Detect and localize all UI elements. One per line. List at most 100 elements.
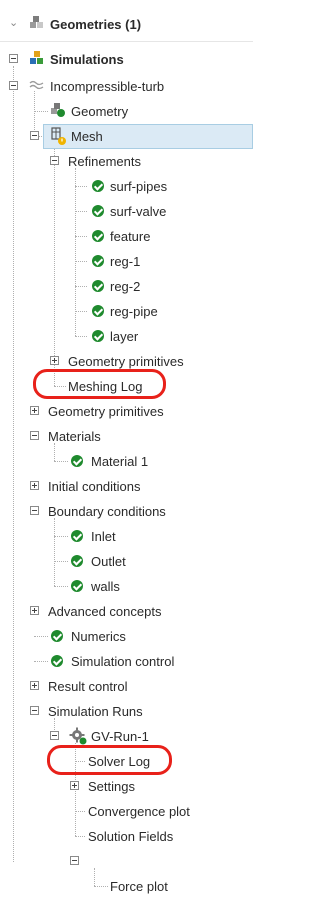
tree-row-force-plot[interactable]: Force plot xyxy=(0,874,253,899)
check-circle-icon xyxy=(71,530,83,542)
collapse-toggle[interactable] xyxy=(9,81,18,90)
geometries-label: Geometries (1) xyxy=(50,17,142,32)
geometry-primitives-label: Geometry primitives xyxy=(48,404,164,419)
tree-row-advanced-concepts[interactable]: Advanced concepts xyxy=(0,599,253,624)
tree-row-refinement[interactable]: reg-pipe xyxy=(0,299,253,324)
tree-row-refinement[interactable]: layer xyxy=(0,324,253,349)
convergence-plot-label: Convergence plot xyxy=(88,804,190,819)
materials-label: Materials xyxy=(48,429,101,444)
tree-row-initial-conditions[interactable]: Initial conditions xyxy=(0,474,253,499)
tree-row-refinement[interactable]: surf-valve xyxy=(0,199,253,224)
run-label: GV-Run-1 xyxy=(91,729,149,744)
annotation-highlight-solver-log xyxy=(47,745,172,775)
check-circle-icon xyxy=(92,255,104,267)
check-circle-icon xyxy=(92,330,104,342)
tree-row-numerics[interactable]: Numerics xyxy=(0,624,253,649)
check-circle-icon xyxy=(51,630,63,642)
geometry-check-icon xyxy=(51,103,65,117)
boundary-label: Outlet xyxy=(91,554,126,569)
geometry-label: Geometry xyxy=(71,104,129,119)
check-circle-icon xyxy=(92,180,104,192)
tree-row-refinement[interactable]: feature xyxy=(0,224,253,249)
simulation-tree: ⌄ Geometries (1) Simulations Incompressi… xyxy=(0,0,253,907)
tree-row-simulation-runs[interactable]: Simulation Runs xyxy=(0,699,253,724)
tree-row-refinement[interactable]: reg-2 xyxy=(0,274,253,299)
expand-toggle[interactable] xyxy=(30,406,39,415)
mesh-label: Mesh xyxy=(71,129,103,144)
tree-row-boundary-conditions[interactable]: Boundary conditions xyxy=(0,499,253,524)
check-circle-icon xyxy=(71,555,83,567)
check-circle-icon xyxy=(51,655,63,667)
tree-row-simulation-control[interactable]: Simulation control xyxy=(0,649,253,674)
tree-row-geometry[interactable]: Geometry xyxy=(0,99,253,124)
numerics-label: Numerics xyxy=(71,629,126,644)
check-circle-icon xyxy=(92,230,104,242)
boundary-conditions-label: Boundary conditions xyxy=(48,504,166,519)
collapse-toggle[interactable] xyxy=(30,706,39,715)
tree-row-result-control[interactable]: Result control xyxy=(0,674,253,699)
check-circle-icon xyxy=(92,280,104,292)
collapse-toggle[interactable] xyxy=(70,856,79,865)
refinement-label: reg-2 xyxy=(110,279,141,294)
boundary-label: Inlet xyxy=(91,529,116,544)
tree-row-geometries[interactable]: ⌄ Geometries (1) xyxy=(0,12,253,37)
collapse-toggle[interactable] xyxy=(50,156,59,165)
tree-row-settings[interactable]: Settings xyxy=(0,774,253,799)
refinement-label: surf-pipes xyxy=(110,179,168,194)
tree-row-materials[interactable]: Materials xyxy=(0,424,253,449)
expand-toggle[interactable] xyxy=(30,606,39,615)
boundary-label: walls xyxy=(91,579,120,594)
tree-row-incompressible[interactable]: Incompressible-turb xyxy=(0,74,253,99)
simulations-label: Simulations xyxy=(50,52,124,67)
refinement-label: layer xyxy=(110,329,139,344)
tree-row-material[interactable]: Material 1 xyxy=(0,449,253,474)
refinement-label: feature xyxy=(110,229,151,244)
geometry-primitives-label: Geometry primitives xyxy=(68,354,184,369)
tree-row-boundary[interactable]: walls xyxy=(0,574,253,599)
refinement-label: reg-pipe xyxy=(110,304,158,319)
flow-waves-icon xyxy=(29,80,44,90)
incompressible-label: Incompressible-turb xyxy=(50,79,165,94)
geometry-cubes-icon xyxy=(30,16,43,28)
tree-row-boundary[interactable]: Outlet xyxy=(0,549,253,574)
tree-row-solution-fields[interactable]: Solution Fields xyxy=(0,824,253,849)
tree-row-unnamed[interactable] xyxy=(0,849,253,874)
solution-fields-label: Solution Fields xyxy=(88,829,174,844)
result-control-label: Result control xyxy=(48,679,128,694)
check-circle-icon xyxy=(92,305,104,317)
expand-toggle[interactable] xyxy=(50,356,59,365)
check-circle-icon xyxy=(71,580,83,592)
simulation-icon xyxy=(30,51,43,64)
force-plot-label: Force plot xyxy=(110,879,168,894)
expand-toggle[interactable] xyxy=(30,481,39,490)
settings-label: Settings xyxy=(88,779,135,794)
mesh-warning-icon xyxy=(51,127,66,145)
tree-row-refinement[interactable]: surf-pipes xyxy=(0,174,253,199)
expand-toggle[interactable] xyxy=(70,781,79,790)
collapse-toggle[interactable] xyxy=(30,131,39,140)
tree-row-refinements[interactable]: Refinements xyxy=(0,149,253,174)
simulation-control-label: Simulation control xyxy=(71,654,175,669)
section-divider xyxy=(0,41,253,42)
tree-row-simulations[interactable]: Simulations xyxy=(0,47,253,72)
refinement-label: reg-1 xyxy=(110,254,141,269)
collapse-toggle[interactable] xyxy=(30,431,39,440)
tree-row-boundary[interactable]: Inlet xyxy=(0,524,253,549)
expand-toggle[interactable] xyxy=(30,681,39,690)
annotation-highlight-meshing-log xyxy=(33,369,166,399)
collapse-toggle[interactable] xyxy=(30,506,39,515)
refinements-label: Refinements xyxy=(68,154,141,169)
tree-row-mesh[interactable]: Mesh xyxy=(0,124,253,149)
refinement-label: surf-valve xyxy=(110,204,167,219)
material-label: Material 1 xyxy=(91,454,149,469)
check-circle-icon xyxy=(92,205,104,217)
collapse-toggle[interactable] xyxy=(50,731,59,740)
initial-conditions-label: Initial conditions xyxy=(48,479,141,494)
tree-row-geometry-primitives[interactable]: Geometry primitives xyxy=(0,399,253,424)
advanced-concepts-label: Advanced concepts xyxy=(48,604,162,619)
collapse-toggle[interactable] xyxy=(9,54,18,63)
gear-run-icon xyxy=(69,727,87,745)
chevron-down-icon[interactable]: ⌄ xyxy=(9,16,18,29)
tree-row-refinement[interactable]: reg-1 xyxy=(0,249,253,274)
tree-row-convergence-plot[interactable]: Convergence plot xyxy=(0,799,253,824)
